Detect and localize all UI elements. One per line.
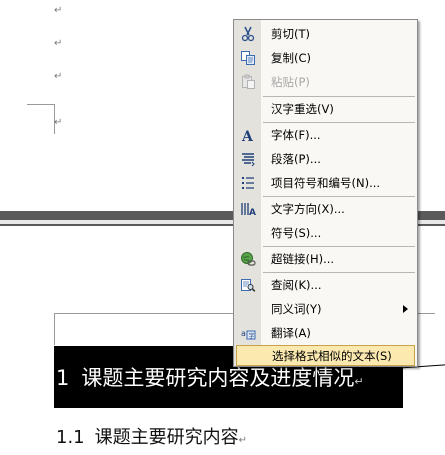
menu-item-paste[interactable]: 粘贴(P) [234,70,417,94]
copy-icon [234,46,261,70]
context-menu: 剪切(T) 复制(C) 粘贴(P) 汉字重选(V) A 字体(F)... 段落(… [233,19,418,367]
menu-item-hyperlink[interactable]: 超链接(H)... [234,247,417,271]
menu-item-label: 选择格式相似的文本(S) [272,348,392,363]
menu-item-label: 翻译(A) [271,326,311,340]
paragraph-mark: ↵ [54,71,63,82]
menu-item-research[interactable]: 查阅(K)... [234,273,417,297]
menu-item-label: 同义词(Y) [271,302,322,316]
menu-item-text-direction[interactable]: A 文字方向(X)... [234,197,417,221]
menu-item-label: 查阅(K)... [271,278,322,292]
menu-item-copy[interactable]: 复制(C) [234,46,417,70]
paragraph-mark: ↵ [54,5,63,16]
menu-item-cut[interactable]: 剪切(T) [234,22,417,46]
menu-item-bullets[interactable]: 项目符号和编号(N)... [234,171,417,195]
menu-item-symbol[interactable]: 符号(S)... [234,221,417,245]
paragraph-mark: ↵ [54,117,63,128]
menu-item-select-similar-formatting[interactable]: 选择格式相似的文本(S) [236,345,415,366]
svg-text:A: A [241,129,254,143]
paragraph-icon [234,147,261,171]
menu-item-label: 汉字重选(V) [271,102,334,116]
menu-item-label: 剪切(T) [271,27,310,41]
paragraph-mark: ↵ [354,375,364,388]
paste-icon [234,70,261,94]
heading-text: 课题主要研究内容及进度情况 [81,366,355,390]
heading-2[interactable]: 1.1 课题主要研究内容↵ [56,423,247,449]
text-direction-icon: A [234,197,261,221]
menu-item-paragraph[interactable]: 段落(P)... [234,147,417,171]
paragraph-mark: ↵ [238,435,248,446]
svg-text:字: 字 [248,332,254,340]
translate-icon: a字 [234,321,261,345]
menu-item-label: 段落(P)... [271,152,321,166]
menu-item-font[interactable]: A 字体(F)... [234,123,417,147]
menu-item-label: 超链接(H)... [271,252,335,266]
scissors-icon [234,22,261,46]
menu-item-label: 粘贴(P) [271,75,310,89]
menu-item-label: 符号(S)... [271,226,322,240]
menu-item-label: 复制(C) [271,51,312,65]
menu-item-label: 项目符号和编号(N)... [271,176,381,190]
svg-text:a: a [241,329,246,338]
bullets-icon [234,171,261,195]
page-corner-mark [27,104,55,105]
menu-item-synonyms[interactable]: 同义词(Y) [234,297,417,321]
svg-text:A: A [249,208,256,217]
paragraph-mark: ↵ [54,38,63,49]
heading-number: 1.1 [56,427,85,448]
menu-item-label: 字体(F)... [271,128,321,142]
font-icon: A [234,123,261,147]
research-icon [234,273,261,297]
menu-item-reconvert[interactable]: 汉字重选(V) [234,97,417,121]
heading-text: 课题主要研究内容 [94,427,239,448]
menu-item-label: 文字方向(X)... [271,202,345,216]
submenu-arrow-icon [403,305,408,313]
hyperlink-icon [234,247,261,271]
menu-item-translate[interactable]: a字 翻译(A) [234,321,417,345]
heading-number: 1 [56,366,70,390]
